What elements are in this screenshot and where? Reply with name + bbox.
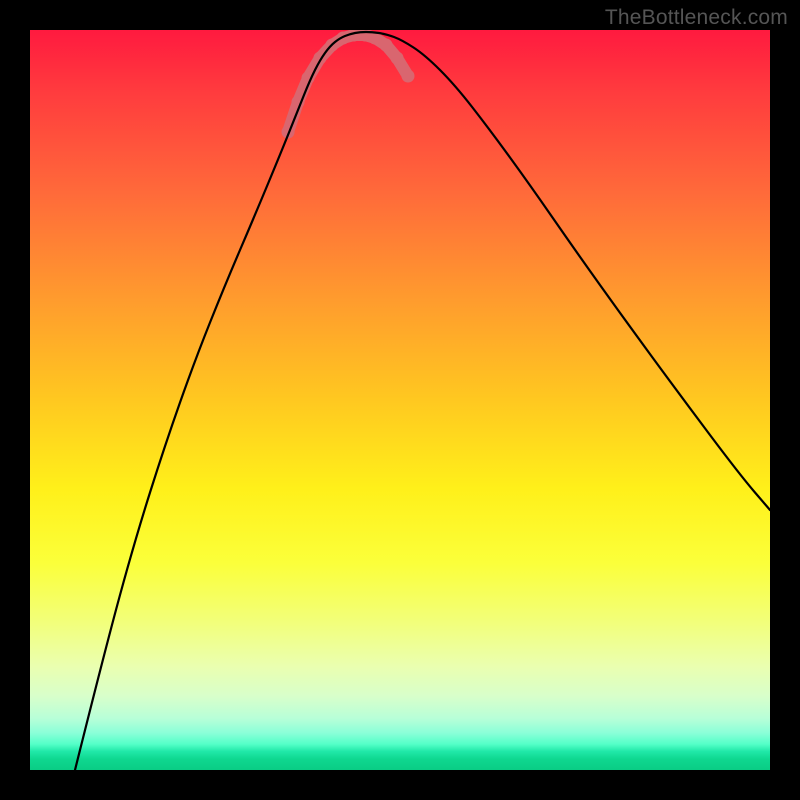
bottleneck-curve [75, 32, 770, 770]
curve-group [75, 32, 770, 770]
highlight-marker [402, 70, 415, 83]
watermark-text: TheBottleneck.com [605, 6, 788, 30]
chart-frame: TheBottleneck.com [0, 0, 800, 800]
highlight-marker [380, 39, 393, 52]
highlight-group [282, 30, 415, 139]
highlight-marker [391, 52, 404, 65]
plot-area [30, 30, 770, 770]
curve-layer [30, 30, 770, 770]
